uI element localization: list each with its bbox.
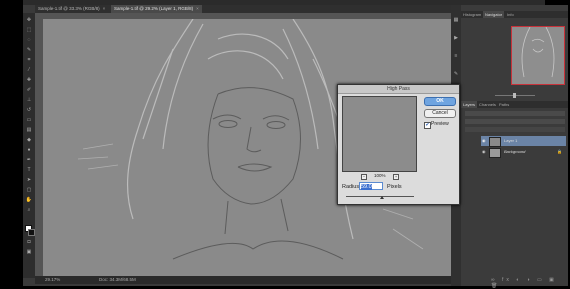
gradient-tool-icon[interactable]: ▤: [25, 127, 33, 133]
tab-histogram[interactable]: Histogram: [461, 11, 483, 18]
navigator-panel-tabs: Histogram Navigator Info: [461, 11, 568, 18]
layer-filter-row[interactable]: [465, 119, 565, 124]
brush-panel-icon[interactable]: ✎: [452, 71, 460, 77]
crop-tool-icon[interactable]: ⌗: [25, 57, 33, 63]
close-icon[interactable]: ×: [103, 6, 106, 11]
healing-brush-icon[interactable]: ✚: [25, 77, 33, 83]
tab-navigator[interactable]: Navigator: [483, 11, 505, 18]
radius-slider-thumb[interactable]: [380, 196, 384, 199]
tab-info[interactable]: Info: [505, 11, 516, 18]
eraser-tool-icon[interactable]: ▭: [25, 117, 33, 123]
actions-panel-icon[interactable]: ▶: [452, 35, 460, 41]
navigator-zoom-slider[interactable]: [463, 93, 566, 98]
shape-tool-icon[interactable]: ▢: [25, 187, 33, 193]
background-color-swatch[interactable]: [28, 229, 35, 236]
quick-select-tool-icon[interactable]: ✎: [25, 47, 33, 53]
preview-checkbox[interactable]: ✔: [424, 122, 431, 129]
cancel-button[interactable]: Cancel: [424, 109, 456, 118]
preview-zoom-level: 100%: [374, 173, 386, 178]
dialog-title: High Pass: [338, 85, 459, 94]
layer-actions-bar[interactable]: ∞ fx ◐ ◑ ▭ ▣ 🗑: [491, 277, 561, 289]
ok-button[interactable]: OK: [424, 97, 456, 106]
history-brush-icon[interactable]: ↺: [25, 107, 33, 113]
radius-label: Radius:: [342, 184, 361, 190]
tab-label: Sample-1.tif @ 29.2% (Layer 1, RGB/8): [114, 6, 194, 11]
brush-tool-icon[interactable]: ✐: [25, 87, 33, 93]
status-bar: 29.17% Doc: 34.3M/68.5M: [35, 276, 451, 284]
navigator-thumbnail[interactable]: [511, 26, 565, 85]
layer-thumbnail: [489, 137, 501, 147]
visibility-eye-icon[interactable]: ◉: [482, 136, 486, 146]
radius-value: 59.0: [361, 184, 372, 190]
path-select-icon[interactable]: ➤: [25, 177, 33, 183]
high-pass-dialog: High Pass − 100% + OK Cancel ✔ Preview R…: [337, 84, 460, 205]
blend-mode-row[interactable]: [465, 111, 565, 116]
document-tab-1[interactable]: Sample-1.tif @ 33.3% (RGB/8) ×: [35, 5, 108, 13]
lasso-tool-icon[interactable]: ◌: [25, 37, 33, 43]
blur-tool-icon[interactable]: ◆: [25, 137, 33, 143]
zoom-out-button[interactable]: −: [361, 174, 367, 180]
layers-list: ◉ Layer 1 ◉ Background 🔒: [481, 136, 566, 158]
screen-mode-icon[interactable]: ▣: [25, 249, 33, 255]
zoom-tool-icon[interactable]: ⌕: [25, 207, 33, 213]
zoom-in-button[interactable]: +: [393, 174, 399, 180]
tab-channels[interactable]: Channels: [477, 101, 498, 108]
tab-label: Sample-1.tif @ 33.3% (RGB/8): [38, 6, 100, 11]
document-tabs: Sample-1.tif @ 33.3% (RGB/8) × Sample-1.t…: [35, 5, 451, 13]
clone-stamp-icon[interactable]: ⊥: [25, 97, 33, 103]
radius-unit-label: Pixels: [387, 184, 402, 190]
visibility-eye-icon[interactable]: ◉: [482, 147, 486, 157]
radius-input[interactable]: 59.0: [359, 182, 383, 190]
tab-layers[interactable]: Layers: [461, 101, 478, 108]
photoshop-window: Sample-1.tif @ 33.3% (RGB/8) × Sample-1.t…: [23, 0, 568, 289]
layer-thumbnail: [489, 148, 501, 158]
right-panels: Histogram Navigator Info Layers Channels…: [461, 5, 568, 289]
close-icon[interactable]: ×: [196, 6, 199, 11]
quick-mask-icon[interactable]: ◘: [25, 239, 33, 245]
document-tab-2[interactable]: Sample-1.tif @ 29.2% (Layer 1, RGB/8) ×: [111, 5, 202, 13]
zoom-readout[interactable]: 29.17%: [45, 276, 60, 284]
navigator-preview-image: [521, 26, 555, 78]
lock-icon: 🔒: [557, 149, 562, 154]
tools-panel: ✥ ⬚ ◌ ✎ ⌗ ⁄ ✚ ✐ ⊥ ↺ ▭ ▤ ◆ ● ✒ T ➤ ▢ ✋ ⌕ …: [23, 13, 35, 278]
hand-tool-icon[interactable]: ✋: [25, 197, 33, 203]
history-panel-icon[interactable]: ▦: [452, 17, 460, 23]
preview-label: Preview: [431, 121, 449, 127]
vertical-ruler: [35, 13, 43, 276]
type-tool-icon[interactable]: T: [25, 167, 33, 173]
layer-row-layer-1[interactable]: ◉ Layer 1: [481, 136, 566, 147]
marquee-tool-icon[interactable]: ⬚: [25, 27, 33, 33]
dodge-tool-icon[interactable]: ●: [25, 147, 33, 153]
properties-panel-icon[interactable]: ≡: [452, 53, 460, 59]
layers-panel-tabs: Layers Channels Paths: [461, 101, 568, 108]
layer-name: Layer 1: [504, 138, 518, 143]
tab-paths[interactable]: Paths: [497, 101, 511, 108]
layer-row-background[interactable]: ◉ Background 🔒: [481, 147, 566, 158]
filter-preview[interactable]: [342, 96, 417, 172]
pen-tool-icon[interactable]: ✒: [25, 157, 33, 163]
layer-name: Background: [504, 149, 526, 154]
eyedropper-tool-icon[interactable]: ⁄: [25, 67, 33, 73]
lock-row[interactable]: [465, 127, 565, 132]
move-tool-icon[interactable]: ✥: [25, 17, 33, 23]
doc-size-readout: Doc: 34.3M/68.5M: [99, 277, 136, 282]
